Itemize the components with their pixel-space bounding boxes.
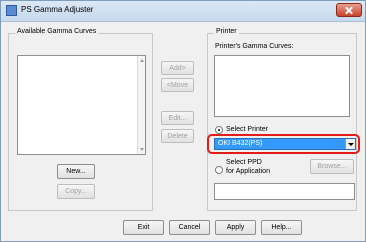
list-scrollbar[interactable] xyxy=(137,56,145,154)
printers-gamma-curves-label: Printer's Gamma Curves: xyxy=(215,43,294,50)
select-ppd-radio[interactable] xyxy=(215,166,223,174)
window-title: PS Gamma Adjuster xyxy=(21,5,94,14)
scroll-down-arrow-icon[interactable] xyxy=(140,148,144,151)
scroll-up-arrow-icon[interactable] xyxy=(140,59,144,62)
select-printer-label: Select Printer xyxy=(226,126,269,133)
add-button[interactable]: Add> xyxy=(161,61,194,75)
delete-button[interactable]: Delete xyxy=(161,129,194,143)
selected-printer-value: OKI B432(PS) xyxy=(218,140,263,147)
printer-select-dropdown[interactable]: OKI B432(PS) xyxy=(214,138,356,150)
select-printer-radio[interactable] xyxy=(215,126,223,134)
ps-gamma-adjuster-window: PS Gamma Adjuster Available Gamma Curves… xyxy=(0,0,366,242)
exit-button[interactable]: Exit xyxy=(123,220,164,235)
new-button[interactable]: New... xyxy=(57,164,95,179)
printer-group-label: Printer xyxy=(214,28,239,35)
available-gamma-curves-label: Available Gamma Curves xyxy=(15,28,99,35)
title-bar: PS Gamma Adjuster xyxy=(1,1,365,22)
close-button[interactable] xyxy=(336,3,362,17)
app-icon xyxy=(6,5,17,16)
select-ppd-label-line1: Select PPD xyxy=(226,159,262,166)
select-ppd-label-line2: for Application xyxy=(226,168,270,175)
ppd-path-field[interactable] xyxy=(214,183,355,200)
printers-gamma-curves-list[interactable] xyxy=(214,55,350,117)
browse-button[interactable]: Browse... xyxy=(310,159,354,174)
remove-button[interactable]: <Move xyxy=(161,78,194,92)
help-button[interactable]: Help... xyxy=(261,220,302,235)
available-gamma-curves-list[interactable] xyxy=(17,55,146,155)
edit-button[interactable]: Edit... xyxy=(161,111,194,125)
copy-button[interactable]: Copy... xyxy=(57,184,95,199)
apply-button[interactable]: Apply xyxy=(215,220,256,235)
chevron-down-icon[interactable] xyxy=(345,139,355,149)
cancel-button[interactable]: Cancel xyxy=(169,220,210,235)
